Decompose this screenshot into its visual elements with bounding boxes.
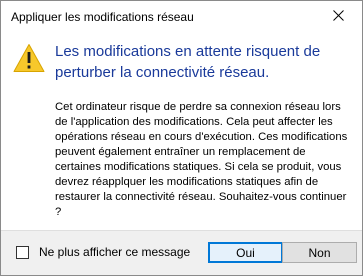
close-button[interactable]: [316, 1, 362, 31]
dont-show-again-checkbox[interactable]: Ne plus afficher ce message: [16, 245, 190, 259]
close-icon: [333, 10, 344, 21]
title-bar: Appliquer les modifications réseau: [1, 1, 362, 31]
window-title: Appliquer les modifications réseau: [11, 10, 194, 24]
no-button[interactable]: Non: [282, 242, 357, 263]
main-instruction: Les modifications en attente risquent de…: [55, 43, 321, 81]
dialog-window: Appliquer les modifications réseau Les m…: [0, 0, 363, 276]
warning-icon: [13, 44, 45, 72]
checkbox-label[interactable]: Ne plus afficher ce message: [39, 245, 190, 259]
dialog-footer: Ne plus afficher ce message Oui Non: [1, 230, 362, 275]
yes-button[interactable]: Oui: [208, 242, 283, 263]
content-text: Cet ordinateur risque de perdre sa conne…: [55, 101, 348, 218]
checkbox-box[interactable]: [16, 245, 29, 259]
